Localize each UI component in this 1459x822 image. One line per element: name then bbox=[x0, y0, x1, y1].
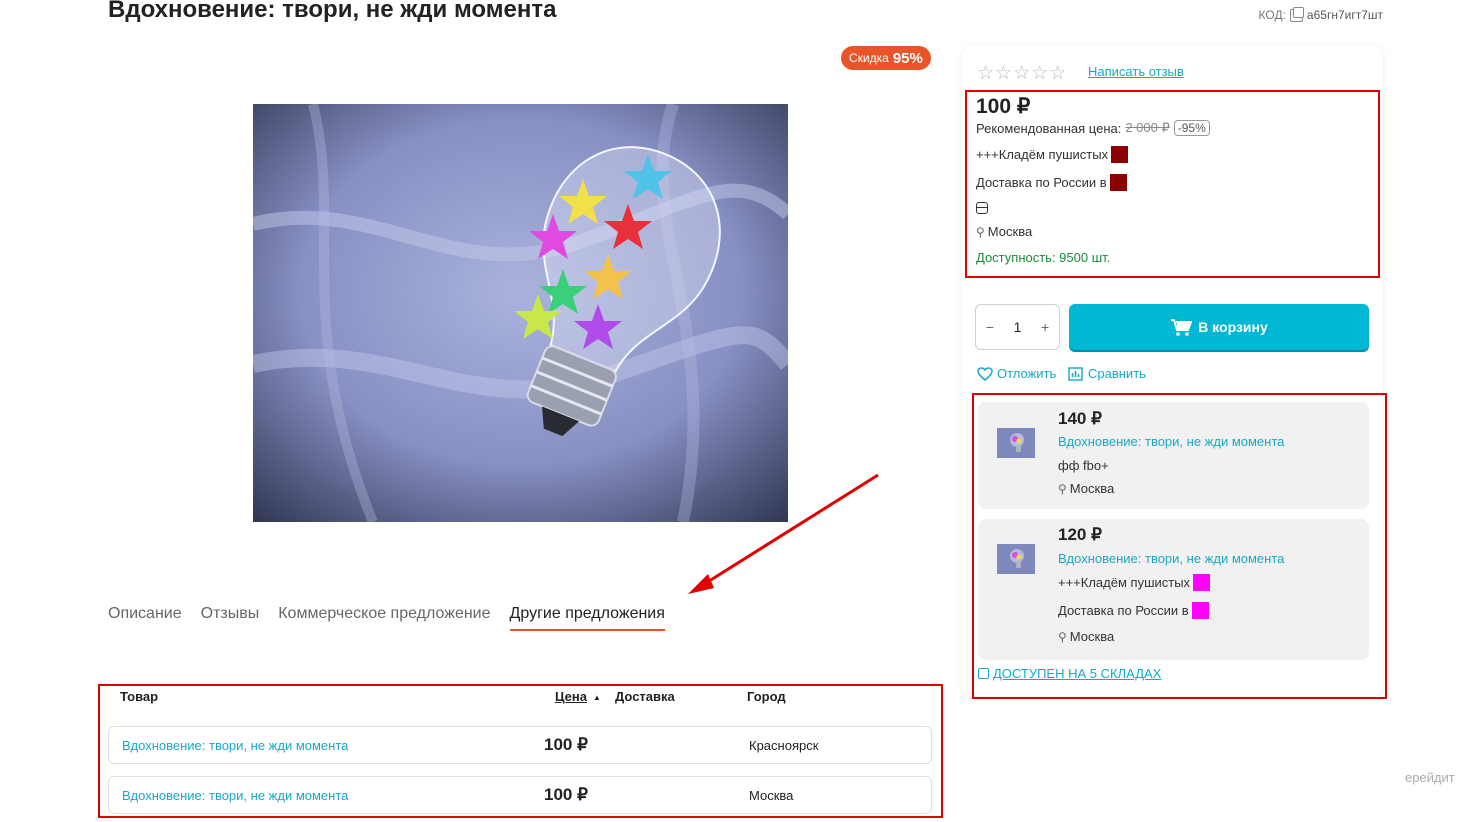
annotation-arrow bbox=[688, 473, 879, 594]
product-image[interactable] bbox=[253, 104, 788, 522]
offer-price: 140 ₽ bbox=[1058, 409, 1102, 428]
compare-label: Сравнить bbox=[1088, 366, 1146, 381]
tab-description[interactable]: Описание bbox=[108, 605, 182, 631]
warehouse-icon bbox=[978, 668, 989, 679]
rating-stars[interactable]: ☆☆☆☆☆ bbox=[977, 62, 1067, 85]
discount-value: 95% bbox=[892, 49, 923, 67]
seller-color-swatch bbox=[1193, 574, 1211, 591]
tab-commercial-offer[interactable]: Коммерческое предложение bbox=[278, 605, 490, 631]
table-row-price: 100 ₽ bbox=[544, 785, 588, 804]
offer-price: 120 ₽ bbox=[1058, 525, 1102, 544]
discount-label: Скидка bbox=[849, 51, 889, 65]
delivery-text: Доставка по России в bbox=[976, 175, 1107, 190]
table-row-city: Москва bbox=[749, 788, 794, 803]
product-code-label: КОД: bbox=[1258, 8, 1286, 22]
page-title: Вдохновение: твори, не жди момента bbox=[108, 0, 557, 23]
tab-reviews[interactable]: Отзывы bbox=[201, 605, 260, 631]
corner-text: ерейдит bbox=[1405, 770, 1455, 785]
warehouses-link[interactable]: ДОСТУПЕН НА 5 СКЛАДАХ bbox=[978, 666, 1161, 681]
recommended-price-value: 2 000 ₽ bbox=[1125, 120, 1170, 135]
table-row: Вдохновение: твори, не жди момента 100 ₽… bbox=[108, 726, 932, 764]
seller-name[interactable]: +++Кладём пушистых bbox=[976, 147, 1108, 162]
offer-thumbnail[interactable] bbox=[997, 544, 1035, 574]
qty-input[interactable]: 1 bbox=[1014, 319, 1022, 335]
table-row-product-link[interactable]: Вдохновение: твори, не жди момента bbox=[122, 738, 348, 753]
offer-card[interactable]: 140 ₽ Вдохновение: твори, не жди момента… bbox=[978, 402, 1369, 509]
copy-icon[interactable] bbox=[1289, 6, 1304, 22]
offer-location-text: Москва bbox=[1069, 629, 1115, 644]
add-to-cart-button[interactable]: В корзину bbox=[1069, 304, 1369, 350]
offer-thumbnail[interactable] bbox=[997, 428, 1035, 458]
quantity-stepper: − 1 + bbox=[975, 304, 1060, 350]
offer-name-link[interactable]: Вдохновение: твори, не жди момента bbox=[1058, 434, 1284, 449]
offer-delivery-text: Доставка по России в bbox=[1058, 603, 1189, 618]
col-product: Товар bbox=[120, 689, 159, 704]
table-row-city: Красноярск bbox=[749, 738, 819, 753]
location-pin-icon: ⚲ bbox=[1058, 481, 1067, 496]
offer-location-text: Москва bbox=[1069, 481, 1115, 496]
delivery-line: Доставка по России в bbox=[976, 174, 1127, 191]
discount-badge: Скидка 95% bbox=[841, 46, 931, 70]
offer-seller-name: +++Кладём пушистых bbox=[1058, 575, 1191, 590]
compare-button[interactable]: Сравнить bbox=[1068, 366, 1146, 381]
col-city: Город bbox=[747, 689, 786, 704]
add-to-cart-label: В корзину bbox=[1198, 319, 1268, 335]
store-icon bbox=[976, 202, 988, 214]
offer-seller: фф fbo+ bbox=[1058, 458, 1109, 473]
warehouses-link-label: ДОСТУПЕН НА 5 СКЛАДАХ bbox=[993, 666, 1162, 681]
qty-plus-button[interactable]: + bbox=[1041, 319, 1049, 335]
offer-delivery: Доставка по России в bbox=[1058, 602, 1209, 619]
seller-line: +++Кладём пушистых bbox=[976, 146, 1129, 163]
recommended-price: Рекомендованная цена: 2 000 ₽ -95% bbox=[976, 120, 1210, 136]
tab-other-offers[interactable]: Другие предложения bbox=[509, 605, 665, 631]
offer-location: ⚲ Москва bbox=[1058, 629, 1114, 644]
table-row-product-link[interactable]: Вдохновение: твори, не жди момента bbox=[122, 788, 348, 803]
location-pin-icon: ⚲ bbox=[976, 224, 985, 239]
table-row: Вдохновение: твори, не жди момента 100 ₽… bbox=[108, 776, 932, 814]
product-code: КОД: а65гн7игт7шт bbox=[1258, 6, 1383, 22]
col-delivery: Доставка bbox=[615, 689, 675, 704]
offer-card[interactable]: 120 ₽ Вдохновение: твори, не жди момента… bbox=[978, 519, 1369, 660]
product-code-value: а65гн7игт7шт bbox=[1306, 8, 1383, 22]
write-review-link[interactable]: Написать отзыв bbox=[1088, 64, 1184, 79]
sort-up-icon[interactable]: ▲ bbox=[593, 693, 601, 702]
location-text: Москва bbox=[987, 224, 1033, 239]
offer-location: ⚲ Москва bbox=[1058, 481, 1114, 496]
availability: Доступность: 9500 шт. bbox=[976, 250, 1111, 265]
product-tabs: Описание Отзывы Коммерческое предложение… bbox=[108, 605, 665, 631]
offer-seller-name: фф fbo+ bbox=[1058, 458, 1109, 473]
discount-pct-badge: -95% bbox=[1173, 120, 1210, 136]
delivery-color-swatch bbox=[1109, 174, 1127, 191]
compare-icon bbox=[1068, 366, 1083, 381]
current-price: 100 ₽ bbox=[976, 95, 1031, 118]
col-price[interactable]: Цена bbox=[555, 689, 587, 704]
location-pin-icon: ⚲ bbox=[1058, 629, 1067, 644]
defer-label: Отложить bbox=[997, 366, 1057, 381]
recommended-price-label: Рекомендованная цена: bbox=[976, 120, 1122, 136]
cart-icon bbox=[1171, 319, 1193, 336]
seller-color-swatch bbox=[1111, 146, 1129, 163]
table-row-price: 100 ₽ bbox=[544, 735, 588, 754]
delivery-color-swatch bbox=[1191, 602, 1209, 619]
location-line: ⚲ Москва bbox=[976, 224, 1032, 239]
qty-minus-button[interactable]: − bbox=[986, 319, 994, 335]
offer-name-link[interactable]: Вдохновение: твори, не жди момента bbox=[1058, 551, 1284, 566]
heart-icon bbox=[977, 366, 993, 381]
defer-button[interactable]: Отложить bbox=[977, 366, 1056, 381]
offer-seller: +++Кладём пушистых bbox=[1058, 574, 1211, 591]
